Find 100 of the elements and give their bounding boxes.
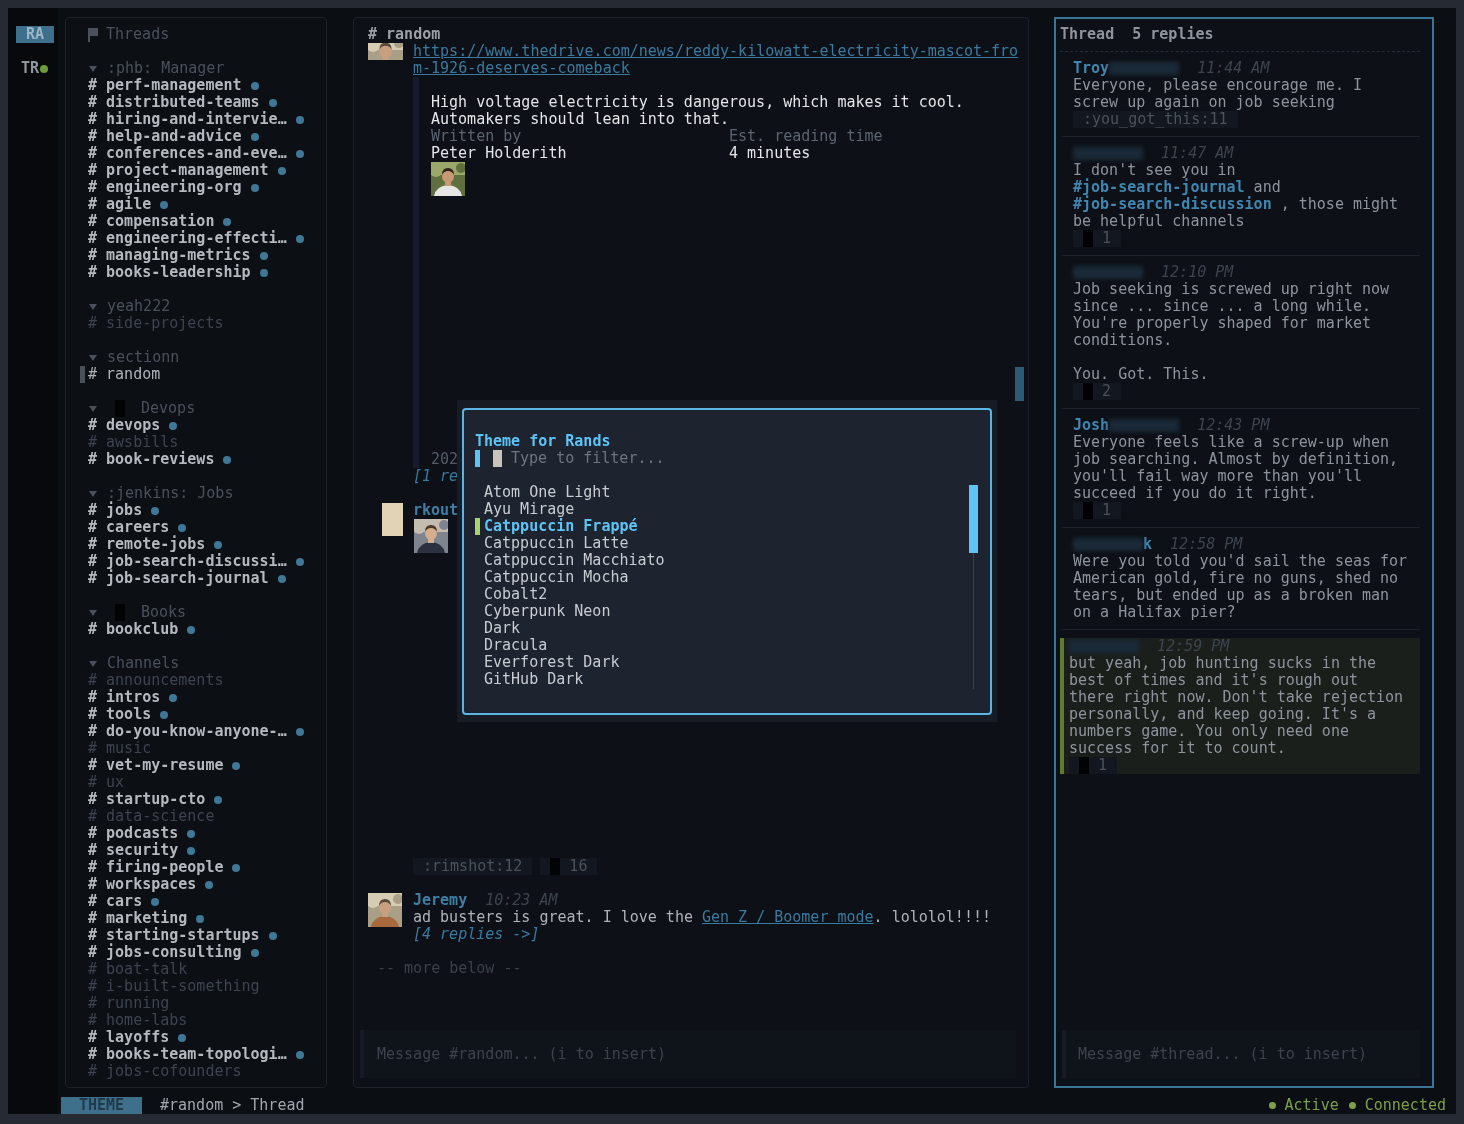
channel-item[interactable]: # random [80, 366, 161, 383]
channel-item[interactable]: # agile [80, 196, 169, 213]
message-time: 12:10 PM [1161, 264, 1234, 281]
theme-option[interactable]: Catppuccin Latte [475, 535, 629, 552]
channel-item[interactable]: # book-reviews [80, 451, 232, 468]
unread-dot-icon [151, 506, 160, 515]
emoji-icon [1079, 757, 1089, 774]
channel-item[interactable]: # jobs-consulting [80, 944, 259, 961]
channel-item[interactable]: # workspaces [80, 876, 214, 893]
channel-item[interactable]: # startup-cto [80, 791, 223, 808]
filter-field[interactable]: Type to filter... [502, 450, 811, 467]
theme-option[interactable]: Atom One Light [475, 484, 611, 501]
channel-item[interactable]: # starting-startups [80, 927, 277, 944]
unread-dot-icon [187, 829, 196, 838]
author-name: k [1143, 536, 1153, 553]
channel-item[interactable]: # compensation [80, 213, 232, 230]
redacted-name [1109, 419, 1180, 432]
theme-option[interactable]: Ayu Mirage [475, 501, 575, 518]
scrollbar[interactable] [969, 485, 978, 689]
replies-link[interactable]: [1 re [413, 468, 459, 485]
workspace-button[interactable]: TR [16, 60, 54, 77]
dialog-title: Theme for Rands [475, 433, 611, 450]
channel-item[interactable]: # bookclub [80, 621, 196, 638]
emoji-icon [1083, 383, 1093, 400]
preview-date: 202 [431, 451, 459, 468]
channel-item[interactable]: # jobs [80, 502, 160, 519]
unread-dot-icon [196, 914, 205, 923]
mode-badge: THEME [61, 1097, 142, 1114]
unread-dot-icon [295, 115, 304, 124]
status-dot-icon [1348, 1102, 1356, 1109]
field-value: 4 minutes [729, 145, 812, 162]
breadcrumb: #random > Thread [160, 1097, 305, 1114]
channel-item[interactable]: # engineering-org [80, 179, 259, 196]
message-text: Job seeking is screwed up right now since ... since ... a long while. You're properly shaped for market conditions. You. Got. This. [1073, 281, 1391, 383]
unread-dot-icon [214, 540, 223, 549]
theme-option[interactable]: GitHub Dark [475, 671, 584, 688]
focus-bar [475, 450, 480, 467]
channel-item[interactable]: # intros [80, 689, 178, 706]
channel-item[interactable]: # project-management [80, 162, 286, 179]
theme-option[interactable]: Everforest Dark [475, 654, 620, 671]
message-time: 12:43 PM [1197, 417, 1270, 434]
channel-item[interactable]: # marketing [80, 910, 205, 927]
channel-item[interactable]: # vet-my-resume [80, 757, 241, 774]
message-text: but yeah, job hunting sucks in the best of times and it's rough out there right now. Don't take rejection personally, and keep going. It's a numbers game. You only need one success for it to count. [1069, 655, 1404, 757]
channel-item[interactable]: # devops [80, 417, 178, 434]
theme-option[interactable]: Dark [475, 620, 521, 637]
channel-item[interactable]: # conferences-and-eve… [80, 145, 304, 162]
unread-dot-icon [232, 863, 241, 872]
message-text: Everyone, please encourage me. I screw up again on job seeking [1073, 77, 1363, 111]
unread-dot-icon [250, 183, 259, 192]
theme-option[interactable]: Dracula [475, 637, 548, 654]
channel-item[interactable]: # job-search-journal [80, 570, 286, 587]
emoji-icon [550, 858, 561, 875]
theme-option[interactable]: Catppuccin Macchiato [475, 552, 665, 569]
redacted-name [1073, 147, 1143, 160]
channel-title: # random [367, 26, 441, 43]
redacted-name [1109, 62, 1180, 75]
channel-item[interactable]: # cars [80, 893, 160, 910]
channel-item[interactable]: # security [80, 842, 196, 859]
message-time: 11:47 AM [1161, 145, 1234, 162]
flag-icon [88, 27, 98, 42]
unread-dot-icon [160, 200, 169, 209]
theme-option[interactable]: Cyberpunk Neon [475, 603, 611, 620]
channel-item[interactable]: # books-team-topologi… [80, 1046, 304, 1063]
channel-item[interactable]: # managing-metrics [80, 247, 268, 264]
preview-description: High voltage electricity is dangerous, which makes it cool. Automakers should lean into that. [431, 94, 965, 128]
scrollbar-thumb[interactable] [1015, 367, 1024, 401]
channel-item[interactable]: # remote-jobs [80, 536, 223, 553]
unread-dot-icon [178, 523, 187, 532]
theme-option[interactable]: Cobalt2 [475, 586, 548, 603]
replies-link[interactable]: [4 replies ->] [413, 926, 540, 943]
message-time: 12:58 PM [1170, 536, 1243, 553]
channel-item[interactable]: # tools [80, 706, 169, 723]
theme-option[interactable]: Catppuccin Mocha [475, 569, 629, 586]
channel-item[interactable]: # job-search-discussi… [80, 553, 304, 570]
channel-item[interactable]: # podcasts [80, 825, 196, 842]
channel-item[interactable]: # help-and-advice [80, 128, 259, 145]
channel-item[interactable]: # hiring-and-intervie… [80, 111, 304, 128]
author-name: Troy [1073, 60, 1110, 77]
channel-item[interactable]: # do-you-know-anyone-… [80, 723, 304, 740]
redacted-name [1069, 640, 1139, 653]
theme-option[interactable]: Catppuccin Frappé [475, 518, 638, 535]
field-label: Written by [431, 128, 523, 145]
channel-item[interactable]: # layoffs [80, 1029, 187, 1046]
channel-item[interactable]: # firing-people [80, 859, 241, 876]
inline-link[interactable]: Gen Z / Boomer mode [702, 908, 874, 926]
unread-dot-icon [295, 727, 304, 736]
thread-title: Thread [1060, 26, 1115, 43]
emoji-icon [1083, 230, 1093, 247]
channel-item[interactable]: # engineering-effecti… [80, 230, 304, 247]
channel-item[interactable]: # careers [80, 519, 187, 536]
message-text: Were you told you'd sail the seas for American gold, fire no guns, shed no tears, but ended up as a broken man on a Halifax pier? [1073, 553, 1408, 621]
channel-item[interactable]: # distributed-teams [80, 94, 277, 111]
article-link[interactable]: https://www.thedrive.com/news/reddy-kilowatt-electricity-mascot-from-1926-deserves-comeback [413, 43, 1019, 77]
channel-item[interactable]: # perf-management [80, 77, 259, 94]
message-text: ad busters is great. I love the Gen Z / Boomer mode. lololol!!!! [413, 909, 991, 926]
unread-dot-icon [277, 166, 286, 175]
channel-item[interactable]: # books-leadership [80, 264, 268, 281]
unread-dot-icon [295, 234, 304, 243]
unread-dot-icon [160, 710, 169, 719]
